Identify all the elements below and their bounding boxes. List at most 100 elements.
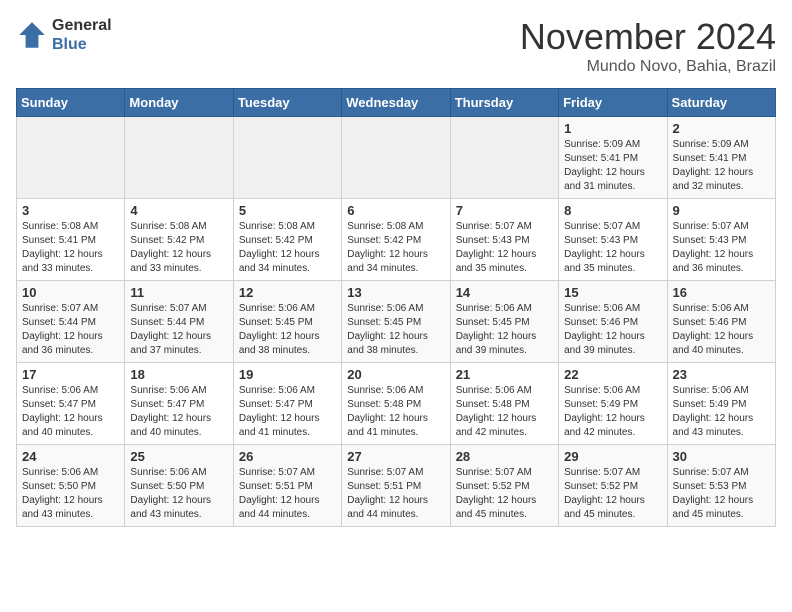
- calendar-week: 1Sunrise: 5:09 AM Sunset: 5:41 PM Daylig…: [17, 117, 776, 199]
- logo-text: General Blue: [52, 16, 112, 54]
- calendar-cell: 20 Sunrise: 5:06 AM Sunset: 5:48 PM Dayli…: [342, 363, 450, 445]
- day-number: 4: [130, 203, 227, 218]
- calendar-week: 17Sunrise: 5:06 AM Sunset: 5:47 PM Dayli…: [17, 363, 776, 445]
- calendar-week: 3 Sunrise: 5:08 AM Sunset: 5:41 PM Daylig…: [17, 199, 776, 281]
- day-number: 11: [130, 285, 227, 300]
- calendar-cell: 15 Sunrise: 5:06 AM Sunset: 5:46 PM Dayli…: [559, 281, 667, 363]
- day-info: Sunrise: 5:07 AM Sunset: 5:52 PM Dayligh…: [564, 466, 661, 522]
- weekday-header: Tuesday: [233, 89, 341, 117]
- day-number: 8: [564, 203, 661, 218]
- calendar-header: SundayMondayTuesdayWednesdayThursdayFrid…: [17, 89, 776, 117]
- day-info: Sunrise: 5:07 AM Sunset: 5:44 PM Dayligh…: [130, 302, 227, 358]
- calendar-cell: 28 Sunrise: 5:07 AM Sunset: 5:52 PM Dayli…: [450, 445, 558, 527]
- day-info: Sunrise: 5:06 AM Sunset: 5:47 PM Dayligh…: [22, 384, 119, 440]
- calendar-cell: 1Sunrise: 5:09 AM Sunset: 5:41 PM Daylig…: [559, 117, 667, 199]
- day-number: 15: [564, 285, 661, 300]
- day-number: 26: [239, 449, 336, 464]
- day-number: 16: [673, 285, 770, 300]
- day-number: 6: [347, 203, 444, 218]
- logo-blue: Blue: [52, 35, 112, 54]
- month-title: November 2024: [520, 16, 776, 58]
- day-info: Sunrise: 5:06 AM Sunset: 5:45 PM Dayligh…: [239, 302, 336, 358]
- calendar-cell: 3 Sunrise: 5:08 AM Sunset: 5:41 PM Daylig…: [17, 199, 125, 281]
- day-info: Sunrise: 5:07 AM Sunset: 5:44 PM Dayligh…: [22, 302, 119, 358]
- day-info: Sunrise: 5:07 AM Sunset: 5:43 PM Dayligh…: [564, 220, 661, 276]
- calendar-cell: 19 Sunrise: 5:06 AM Sunset: 5:47 PM Dayli…: [233, 363, 341, 445]
- calendar-cell: [17, 117, 125, 199]
- calendar-cell: 2Sunrise: 5:09 AM Sunset: 5:41 PM Daylig…: [667, 117, 775, 199]
- weekday-header: Saturday: [667, 89, 775, 117]
- weekday-header: Wednesday: [342, 89, 450, 117]
- day-number: 12: [239, 285, 336, 300]
- calendar-body: 1Sunrise: 5:09 AM Sunset: 5:41 PM Daylig…: [17, 117, 776, 527]
- day-number: 18: [130, 367, 227, 382]
- calendar-cell: [233, 117, 341, 199]
- day-info: Sunrise: 5:06 AM Sunset: 5:46 PM Dayligh…: [564, 302, 661, 358]
- day-number: 27: [347, 449, 444, 464]
- calendar-cell: [125, 117, 233, 199]
- logo: General Blue: [16, 16, 112, 54]
- calendar-cell: 5Sunrise: 5:08 AM Sunset: 5:42 PM Daylig…: [233, 199, 341, 281]
- day-info: Sunrise: 5:06 AM Sunset: 5:49 PM Dayligh…: [564, 384, 661, 440]
- day-info: Sunrise: 5:06 AM Sunset: 5:45 PM Dayligh…: [347, 302, 444, 358]
- day-info: Sunrise: 5:07 AM Sunset: 5:51 PM Dayligh…: [239, 466, 336, 522]
- calendar-cell: 10 Sunrise: 5:07 AM Sunset: 5:44 PM Dayli…: [17, 281, 125, 363]
- day-info: Sunrise: 5:08 AM Sunset: 5:42 PM Dayligh…: [347, 220, 444, 276]
- day-number: 29: [564, 449, 661, 464]
- calendar-cell: 27 Sunrise: 5:07 AM Sunset: 5:51 PM Dayli…: [342, 445, 450, 527]
- day-info: Sunrise: 5:09 AM Sunset: 5:41 PM Dayligh…: [673, 138, 770, 194]
- day-number: 10: [22, 285, 119, 300]
- calendar-cell: 18 Sunrise: 5:06 AM Sunset: 5:47 PM Dayli…: [125, 363, 233, 445]
- calendar-cell: 12 Sunrise: 5:06 AM Sunset: 5:45 PM Dayli…: [233, 281, 341, 363]
- weekday-header: Sunday: [17, 89, 125, 117]
- weekday-header: Thursday: [450, 89, 558, 117]
- day-number: 28: [456, 449, 553, 464]
- day-info: Sunrise: 5:06 AM Sunset: 5:49 PM Dayligh…: [673, 384, 770, 440]
- day-info: Sunrise: 5:08 AM Sunset: 5:42 PM Dayligh…: [130, 220, 227, 276]
- day-info: Sunrise: 5:06 AM Sunset: 5:48 PM Dayligh…: [456, 384, 553, 440]
- day-number: 19: [239, 367, 336, 382]
- day-number: 21: [456, 367, 553, 382]
- day-info: Sunrise: 5:06 AM Sunset: 5:48 PM Dayligh…: [347, 384, 444, 440]
- day-info: Sunrise: 5:06 AM Sunset: 5:47 PM Dayligh…: [130, 384, 227, 440]
- day-info: Sunrise: 5:07 AM Sunset: 5:43 PM Dayligh…: [673, 220, 770, 276]
- page-header: General Blue November 2024 Mundo Novo, B…: [16, 16, 776, 76]
- day-number: 22: [564, 367, 661, 382]
- calendar-cell: 8 Sunrise: 5:07 AM Sunset: 5:43 PM Daylig…: [559, 199, 667, 281]
- calendar-cell: 30 Sunrise: 5:07 AM Sunset: 5:53 PM Dayli…: [667, 445, 775, 527]
- calendar-cell: 11 Sunrise: 5:07 AM Sunset: 5:44 PM Dayli…: [125, 281, 233, 363]
- calendar-cell: [342, 117, 450, 199]
- day-info: Sunrise: 5:08 AM Sunset: 5:41 PM Dayligh…: [22, 220, 119, 276]
- day-info: Sunrise: 5:07 AM Sunset: 5:51 PM Dayligh…: [347, 466, 444, 522]
- logo-general: General: [52, 16, 112, 35]
- calendar-cell: 4 Sunrise: 5:08 AM Sunset: 5:42 PM Daylig…: [125, 199, 233, 281]
- calendar-cell: 13Sunrise: 5:06 AM Sunset: 5:45 PM Dayli…: [342, 281, 450, 363]
- day-number: 3: [22, 203, 119, 218]
- day-info: Sunrise: 5:06 AM Sunset: 5:45 PM Dayligh…: [456, 302, 553, 358]
- day-info: Sunrise: 5:06 AM Sunset: 5:50 PM Dayligh…: [130, 466, 227, 522]
- day-info: Sunrise: 5:07 AM Sunset: 5:43 PM Dayligh…: [456, 220, 553, 276]
- calendar-table: SundayMondayTuesdayWednesdayThursdayFrid…: [16, 88, 776, 527]
- calendar-week: 10 Sunrise: 5:07 AM Sunset: 5:44 PM Dayli…: [17, 281, 776, 363]
- day-number: 7: [456, 203, 553, 218]
- day-number: 23: [673, 367, 770, 382]
- day-info: Sunrise: 5:06 AM Sunset: 5:50 PM Dayligh…: [22, 466, 119, 522]
- calendar-cell: 9Sunrise: 5:07 AM Sunset: 5:43 PM Daylig…: [667, 199, 775, 281]
- calendar-cell: 26 Sunrise: 5:07 AM Sunset: 5:51 PM Dayli…: [233, 445, 341, 527]
- day-number: 20: [347, 367, 444, 382]
- day-info: Sunrise: 5:06 AM Sunset: 5:47 PM Dayligh…: [239, 384, 336, 440]
- day-info: Sunrise: 5:07 AM Sunset: 5:53 PM Dayligh…: [673, 466, 770, 522]
- calendar-cell: 7 Sunrise: 5:07 AM Sunset: 5:43 PM Daylig…: [450, 199, 558, 281]
- weekday-header: Friday: [559, 89, 667, 117]
- day-number: 5: [239, 203, 336, 218]
- day-number: 24: [22, 449, 119, 464]
- calendar-cell: [450, 117, 558, 199]
- day-info: Sunrise: 5:09 AM Sunset: 5:41 PM Dayligh…: [564, 138, 661, 194]
- day-info: Sunrise: 5:07 AM Sunset: 5:52 PM Dayligh…: [456, 466, 553, 522]
- calendar-cell: 25Sunrise: 5:06 AM Sunset: 5:50 PM Dayli…: [125, 445, 233, 527]
- logo-icon: [16, 19, 48, 51]
- day-number: 30: [673, 449, 770, 464]
- location: Mundo Novo, Bahia, Brazil: [520, 58, 776, 76]
- calendar-cell: 29 Sunrise: 5:07 AM Sunset: 5:52 PM Dayli…: [559, 445, 667, 527]
- calendar-cell: 24 Sunrise: 5:06 AM Sunset: 5:50 PM Dayli…: [17, 445, 125, 527]
